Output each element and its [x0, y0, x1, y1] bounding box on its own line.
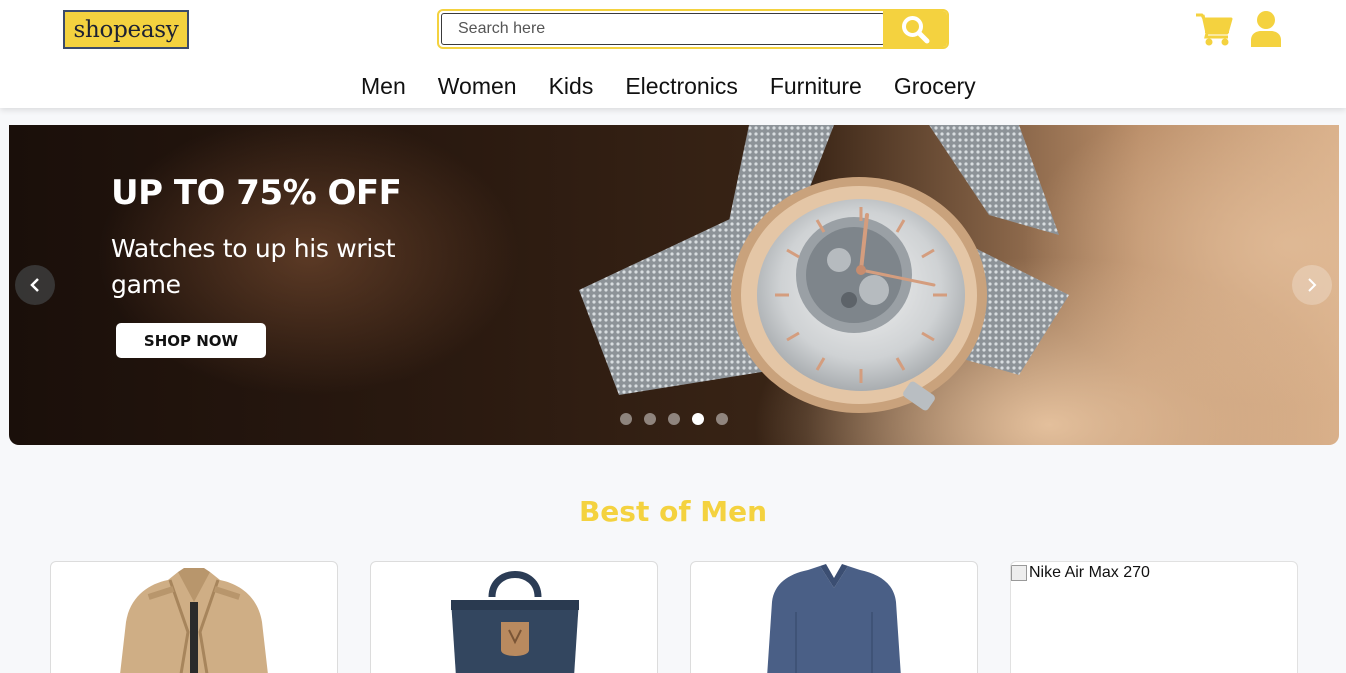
nav-item-furniture[interactable]: Furniture — [754, 70, 878, 102]
section-title: Best of Men — [578, 495, 768, 528]
chevron-left-icon — [30, 278, 39, 292]
backpack-image — [447, 562, 583, 673]
search-icon — [902, 16, 930, 44]
carousel-dot-active[interactable] — [692, 413, 704, 425]
product-card[interactable] — [690, 561, 978, 673]
watch-banner-image — [579, 125, 1069, 413]
category-nav: Men Women Kids Electronics Furniture Gro… — [345, 70, 992, 102]
carousel-dot[interactable] — [668, 413, 680, 425]
cart-icon — [1196, 13, 1233, 46]
nav-item-women[interactable]: Women — [422, 70, 533, 102]
nav-item-kids[interactable]: Kids — [533, 70, 610, 102]
brand-logo[interactable]: shopeasy — [63, 10, 189, 49]
search-button[interactable] — [883, 11, 947, 47]
product-card[interactable] — [50, 561, 338, 673]
hero-carousel: UP TO 75% OFF Watches to up his wrist ga… — [9, 125, 1339, 445]
user-icon — [1251, 11, 1281, 47]
search-input[interactable] — [441, 13, 885, 45]
product-image-alt: Nike Air Max 270 — [1029, 564, 1150, 581]
carousel-heading: UP TO 75% OFF — [111, 173, 402, 213]
carousel-dot[interactable] — [716, 413, 728, 425]
account-button[interactable] — [1247, 10, 1285, 48]
sweater-image — [758, 562, 910, 673]
cart-button[interactable] — [1195, 10, 1233, 48]
carousel-subheading: Watches to up his wrist game — [111, 234, 396, 299]
carousel-indicators — [620, 413, 728, 425]
nav-item-grocery[interactable]: Grocery — [878, 70, 992, 102]
jacket-image — [108, 562, 280, 673]
site-header: shopeasy Men Women Kids Electronics Furn — [0, 0, 1346, 108]
carousel-dot[interactable] — [620, 413, 632, 425]
broken-image-icon — [1011, 565, 1027, 581]
carousel-dot[interactable] — [644, 413, 656, 425]
product-image-broken: Nike Air Max 270 — [1011, 564, 1150, 582]
product-card[interactable]: Nike Air Max 270 — [1010, 561, 1298, 673]
nav-item-electronics[interactable]: Electronics — [609, 70, 753, 102]
product-card[interactable] — [370, 561, 658, 673]
carousel-prev-button[interactable] — [15, 265, 55, 305]
shop-now-button[interactable]: SHOP NOW — [116, 323, 266, 358]
chevron-right-icon — [1308, 278, 1317, 292]
carousel-next-button[interactable] — [1292, 265, 1332, 305]
nav-item-men[interactable]: Men — [345, 70, 422, 102]
search-bar — [437, 9, 949, 49]
